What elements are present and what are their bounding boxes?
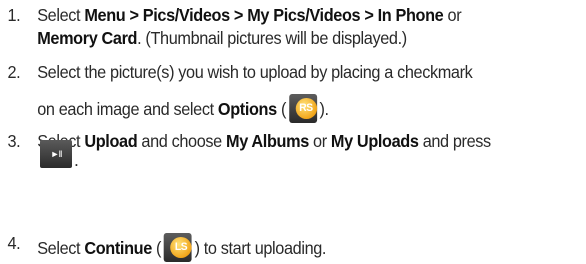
step-text: . (Thumbnail pictures will be displayed.…: [137, 28, 407, 48]
step-number: 3.: [7, 131, 21, 151]
options-label: Options: [217, 99, 277, 119]
my-albums-label: My Albums: [226, 131, 309, 151]
step-text: on each image and select: [37, 99, 218, 119]
step-text: ) to start uploading.: [194, 238, 327, 258]
step-text: ).: [319, 99, 329, 119]
step-text-line: Select the picture(s) you wish to upload…: [37, 62, 473, 82]
step-text-line: on each image and select Options ( RS).: [37, 94, 329, 123]
step-text: .: [74, 150, 79, 170]
menu-path: Menu > Pics/Videos > My Pics/Videos > In…: [84, 5, 444, 25]
play-pause-key-icon: ►II: [40, 140, 72, 168]
step-number: 2.: [7, 62, 21, 82]
step-text: (: [276, 99, 286, 119]
step-text-line: Select Menu > Pics/Videos > My Pics/Vide…: [37, 5, 461, 25]
step-text: Select: [37, 5, 85, 25]
step-number: 1.: [7, 5, 21, 25]
step-text: and choose: [137, 131, 227, 151]
menu-option: Memory Card: [37, 28, 138, 48]
left-softkey-icon: LS: [162, 233, 194, 262]
continue-label: Continue: [84, 238, 152, 258]
step-text-line: Select Continue (LS) to start uploading.: [37, 233, 326, 262]
step-number: 4.: [7, 233, 21, 253]
right-softkey-label: RS: [295, 98, 317, 119]
step-text-line: Memory Card. (Thumbnail pictures will be…: [37, 28, 407, 48]
my-uploads-label: My Uploads: [330, 131, 419, 151]
step-text: (: [151, 238, 162, 258]
right-softkey-icon: RS: [287, 94, 319, 123]
step-text: and press: [418, 131, 492, 151]
step-text: Select the picture(s) you wish to upload…: [37, 62, 473, 82]
upload-label: Upload: [84, 131, 138, 151]
step-text-line: Select Upload and choose My Albums or My…: [37, 131, 491, 151]
step-text: Select: [37, 238, 85, 258]
step-text: or: [443, 5, 462, 25]
step-text: or: [308, 131, 331, 151]
